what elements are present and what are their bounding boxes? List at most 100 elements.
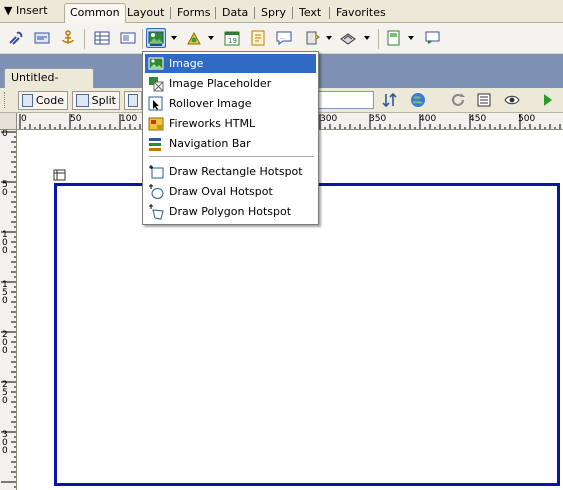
code-view-button[interactable]: Code: [18, 91, 68, 110]
images-dropdown-menu: Image Image Placeholder Rollover Image F…: [142, 51, 319, 225]
ruler-label: 0: [2, 130, 8, 139]
media-icon[interactable]: [184, 28, 204, 48]
toolbar-divider: [378, 29, 379, 49]
tab-forms[interactable]: Forms: [172, 4, 215, 22]
split-view-icon: [76, 94, 89, 107]
tab-divider: [215, 7, 216, 19]
code-view-icon: [22, 94, 33, 107]
menu-item-draw-rectangle-hotspot[interactable]: Draw Rectangle Hotspot: [145, 162, 316, 181]
ruler-label: 400: [419, 114, 437, 124]
image-icon: [147, 55, 165, 73]
script-icon[interactable]: [338, 28, 358, 48]
ruler-label: 350: [369, 114, 387, 124]
menu-item-draw-oval-hotspot[interactable]: Draw Oval Hotspot: [145, 182, 316, 201]
layer-anchor-icon[interactable]: [53, 169, 66, 181]
templates-icon[interactable]: [384, 28, 404, 48]
insert-toolbar: 19 ...: [0, 23, 563, 54]
server-side-include-icon[interactable]: [248, 28, 268, 48]
code-view-label: Code: [35, 94, 64, 107]
document-tab[interactable]: Untitled-1.html*: [4, 68, 94, 102]
polygon-hotspot-icon: [147, 203, 165, 221]
menu-divider: [149, 156, 314, 157]
rollover-image-icon: [147, 95, 165, 113]
tab-divider: [329, 7, 330, 19]
document-title-input[interactable]: [316, 91, 374, 109]
file-management-icon[interactable]: [380, 90, 400, 110]
svg-text:...: ...: [280, 34, 286, 41]
toolbar-grip: [4, 92, 7, 108]
date-icon[interactable]: 19: [222, 28, 242, 48]
ruler-label: 50: [70, 114, 82, 124]
menu-item-fireworks-html[interactable]: Fireworks HTML: [145, 114, 316, 133]
menu-item-navigation-bar[interactable]: Navigation Bar: [145, 134, 316, 153]
menu-item-label: Draw Polygon Hotspot: [169, 205, 292, 218]
menu-item-image[interactable]: Image: [145, 54, 316, 73]
tab-data[interactable]: Data: [217, 4, 253, 22]
tag-chooser-icon[interactable]: [422, 28, 442, 48]
refresh-icon[interactable]: [448, 90, 468, 110]
fireworks-html-icon: [147, 115, 165, 133]
ruler-origin[interactable]: [0, 113, 17, 130]
validate-markup-icon[interactable]: [540, 90, 560, 110]
navigation-bar-icon: [147, 135, 165, 153]
split-view-label: Split: [91, 94, 116, 107]
image-placeholder-icon: [147, 75, 165, 93]
insert-panel-toggle[interactable]: ▼ Insert: [4, 3, 48, 19]
images-icon[interactable]: [146, 28, 166, 48]
svg-text:19: 19: [228, 37, 237, 45]
selected-layer-box[interactable]: [54, 183, 560, 486]
menu-item-rollover-image[interactable]: Rollover Image: [145, 94, 316, 113]
tab-divider: [170, 7, 171, 19]
menu-item-label: Image Placeholder: [169, 77, 272, 90]
ruler-label: 250: [2, 380, 8, 406]
preview-in-browser-icon[interactable]: [408, 90, 428, 110]
menu-item-draw-polygon-hotspot[interactable]: Draw Polygon Hotspot: [145, 202, 316, 221]
div-tag-icon[interactable]: [118, 28, 138, 48]
menu-item-label: Draw Rectangle Hotspot: [169, 165, 303, 178]
ruler-label: 300: [2, 430, 8, 456]
oval-hotspot-icon: [147, 183, 165, 201]
head-icon[interactable]: [302, 28, 322, 48]
tab-divider: [292, 7, 293, 19]
menu-item-label: Navigation Bar: [169, 137, 251, 150]
head-dropdown-arrow[interactable]: [326, 36, 332, 40]
table-icon[interactable]: [92, 28, 112, 48]
images-dropdown-arrow[interactable]: [171, 36, 177, 40]
comment-icon[interactable]: ...: [274, 28, 294, 48]
menu-item-label: Rollover Image: [169, 97, 252, 110]
view-options-icon[interactable]: [474, 90, 494, 110]
hyperlink-icon[interactable]: [6, 28, 26, 48]
menu-item-label: Image: [169, 57, 204, 70]
menu-item-label: Fireworks HTML: [169, 117, 256, 130]
rectangle-hotspot-icon: [147, 163, 165, 181]
media-dropdown-arrow[interactable]: [208, 36, 214, 40]
ruler-label: 500: [518, 114, 536, 124]
vertical-ruler: 0 50 100 150 200 250 300: [0, 130, 17, 490]
ruler-label: 100: [120, 114, 138, 124]
ruler-label: 50: [2, 180, 8, 198]
script-dropdown-arrow[interactable]: [364, 36, 370, 40]
tab-text[interactable]: Text: [294, 4, 326, 22]
design-view-button[interactable]: [124, 91, 142, 110]
toolbar-divider: [84, 29, 85, 49]
templates-dropdown-arrow[interactable]: [408, 36, 414, 40]
named-anchor-icon[interactable]: [58, 28, 78, 48]
tab-common[interactable]: Common: [64, 3, 126, 23]
menu-item-image-placeholder[interactable]: Image Placeholder: [145, 74, 316, 93]
ruler-label: 150: [2, 280, 8, 306]
ruler-label: 450: [469, 114, 487, 124]
tab-favorites[interactable]: Favorites: [331, 4, 391, 22]
design-view-icon: [128, 94, 138, 107]
split-view-button[interactable]: Split: [72, 91, 120, 110]
ruler-label: 300: [320, 114, 338, 124]
ruler-label: 100: [2, 230, 8, 256]
email-link-icon[interactable]: [32, 28, 52, 48]
visual-aids-icon[interactable]: [502, 90, 522, 110]
tab-spry[interactable]: Spry: [256, 4, 291, 22]
ruler-label: 0: [21, 114, 27, 124]
ruler-label: 200: [2, 330, 8, 356]
tab-layout[interactable]: Layout: [122, 4, 169, 22]
menu-item-label: Draw Oval Hotspot: [169, 185, 273, 198]
insert-bar: ▼ Insert Common Layout Forms Data Spry T…: [0, 0, 563, 23]
toolbar-divider: [142, 29, 143, 49]
